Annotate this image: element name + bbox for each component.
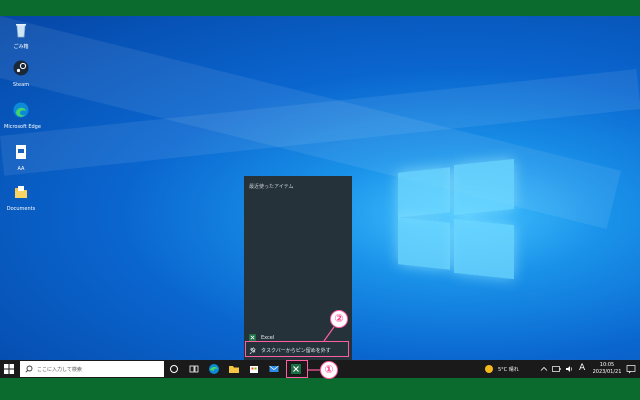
folder-icon bbox=[15, 186, 27, 198]
desktop: ごみ箱 Steam Microsoft Edge AA Documents 最近… bbox=[0, 16, 640, 378]
edge-icon[interactable] bbox=[208, 363, 220, 375]
search-icon bbox=[25, 365, 33, 373]
excel-icon bbox=[249, 334, 256, 341]
taskbar-search-box[interactable]: ここに入力して検索 bbox=[20, 361, 164, 377]
clock-date: 2023/01/21 bbox=[592, 369, 622, 375]
clock-time: 10:05 bbox=[599, 362, 615, 368]
clock[interactable]: 10:05 2023/01/21 bbox=[590, 362, 624, 376]
store-icon[interactable] bbox=[248, 363, 260, 375]
desktop-icon-folder[interactable]: Documents bbox=[4, 184, 38, 212]
volume-icon[interactable] bbox=[565, 365, 574, 373]
edge-icon bbox=[13, 102, 29, 118]
steam-icon bbox=[13, 60, 29, 76]
chevron-up-icon[interactable] bbox=[540, 365, 548, 373]
search-placeholder: ここに入力して検索 bbox=[37, 366, 82, 373]
taskbar-jump-list: 最近使ったアイテム Excel タスクバーからピン留めを外す bbox=[244, 176, 352, 360]
windows-logo-wallpaper bbox=[398, 158, 516, 280]
cortana-icon[interactable] bbox=[168, 363, 180, 375]
callout-number-1: ① bbox=[320, 361, 338, 379]
callout-number-2: ② bbox=[330, 310, 348, 328]
task-view-icon[interactable] bbox=[188, 363, 200, 375]
screenshot-frame: ごみ箱 Steam Microsoft Edge AA Documents 最近… bbox=[0, 0, 640, 400]
desktop-icon-edge[interactable]: Microsoft Edge bbox=[4, 102, 41, 130]
desktop-icon-recycle-bin[interactable]: ごみ箱 bbox=[4, 22, 38, 50]
callout-box-unpin bbox=[245, 341, 349, 357]
notification-icon[interactable] bbox=[626, 364, 636, 374]
jump-list-heading: 最近使ったアイテム bbox=[249, 184, 294, 190]
ime-indicator[interactable]: A bbox=[579, 363, 585, 373]
recycle-bin-icon bbox=[16, 24, 26, 38]
jump-list-item-label: Excel bbox=[261, 334, 275, 341]
weather-sun-icon bbox=[485, 365, 493, 373]
desktop-icon-steam[interactable]: Steam bbox=[4, 60, 38, 88]
desktop-icon-document[interactable]: AA bbox=[4, 144, 38, 172]
document-icon bbox=[16, 145, 26, 159]
windows-start-icon[interactable] bbox=[4, 364, 14, 374]
weather-text[interactable]: 5°C 晴れ bbox=[498, 366, 519, 373]
callout-box-excel bbox=[286, 360, 308, 378]
file-explorer-icon[interactable] bbox=[228, 363, 240, 375]
mail-icon[interactable] bbox=[268, 363, 280, 375]
battery-icon[interactable] bbox=[552, 365, 561, 373]
